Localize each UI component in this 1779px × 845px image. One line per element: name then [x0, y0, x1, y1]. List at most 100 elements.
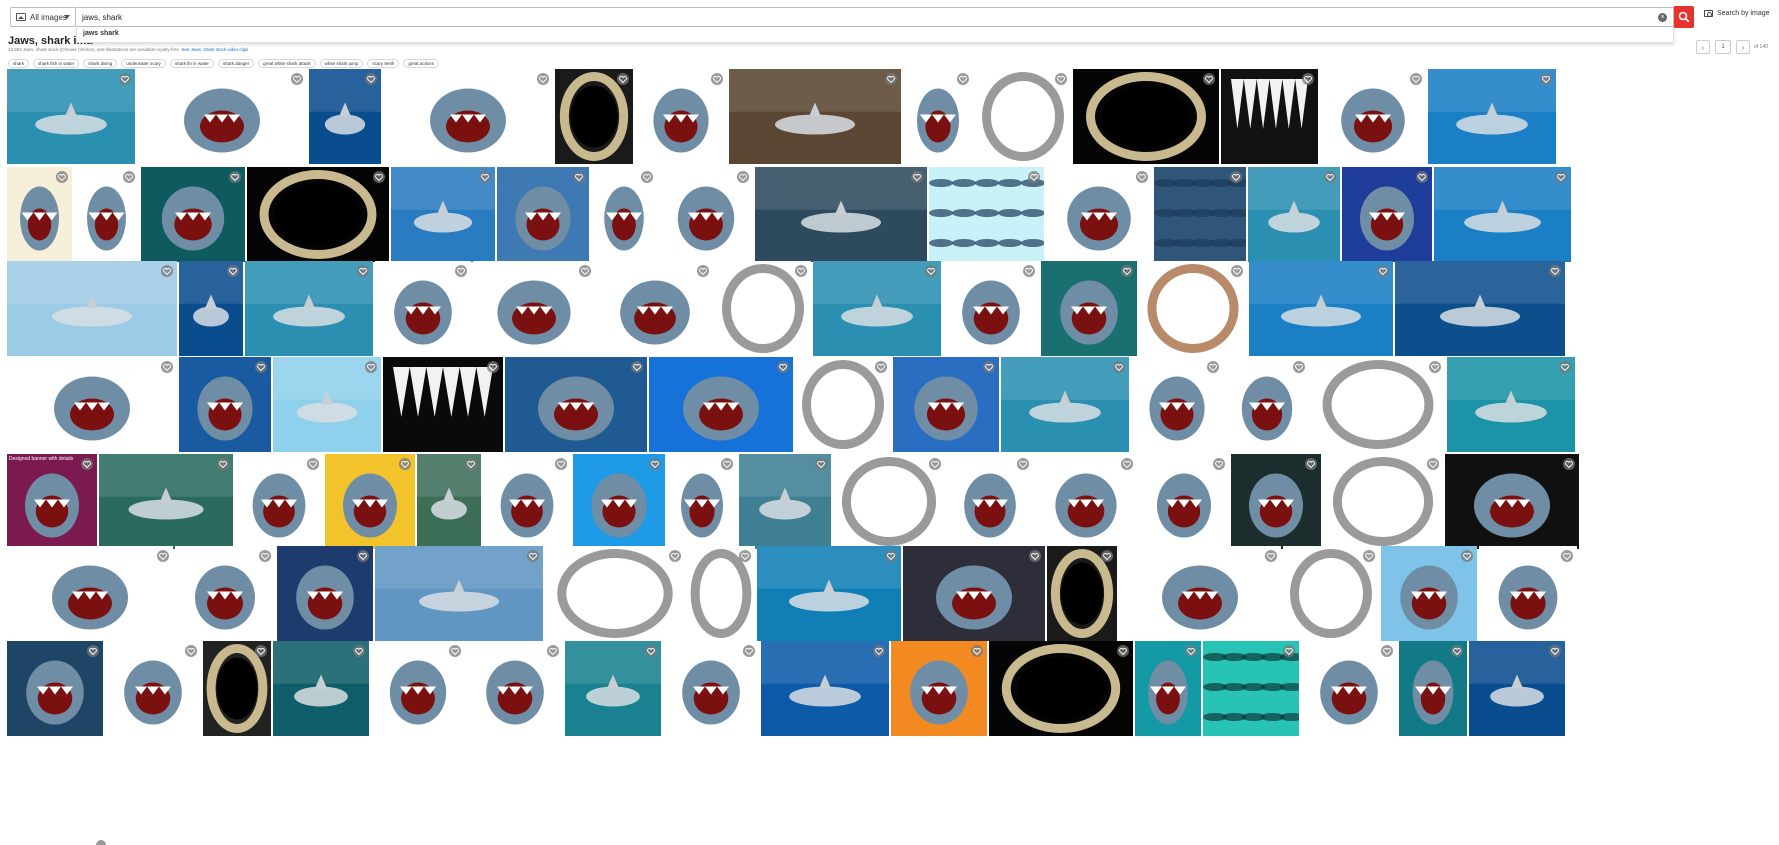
heart-icon[interactable] [353, 645, 365, 657]
heart-icon[interactable] [1559, 361, 1571, 373]
heart-icon[interactable] [1377, 265, 1389, 277]
image-result-tile[interactable] [1041, 261, 1137, 356]
image-result-tile[interactable] [573, 454, 665, 549]
image-result-tile[interactable] [179, 357, 271, 452]
heart-icon[interactable] [1121, 458, 1133, 470]
heart-icon[interactable] [573, 171, 585, 183]
heart-icon[interactable] [1305, 458, 1317, 470]
image-result-tile[interactable] [591, 167, 657, 262]
image-result-tile[interactable] [891, 641, 987, 736]
search-button[interactable] [1674, 6, 1694, 28]
heart-icon[interactable] [1381, 645, 1393, 657]
heart-icon[interactable] [537, 73, 549, 85]
heart-icon[interactable] [971, 645, 983, 657]
image-result-tile[interactable] [1119, 546, 1281, 641]
heart-icon[interactable] [925, 265, 937, 277]
image-result-tile[interactable] [1395, 261, 1565, 356]
heart-icon[interactable] [259, 550, 271, 562]
heart-icon[interactable] [711, 73, 723, 85]
heart-icon[interactable] [777, 361, 789, 373]
image-result-tile[interactable] [1139, 261, 1247, 356]
related-search-chip[interactable]: great actions [403, 59, 440, 68]
image-result-tile[interactable] [975, 69, 1071, 164]
heart-icon[interactable] [373, 171, 385, 183]
image-result-tile[interactable] [947, 454, 1033, 549]
image-result-tile[interactable] [729, 69, 901, 164]
heart-icon[interactable] [1055, 73, 1067, 85]
heart-icon[interactable] [255, 645, 267, 657]
heart-icon[interactable] [1549, 645, 1561, 657]
heart-icon[interactable] [399, 458, 411, 470]
image-result-tile[interactable] [1323, 454, 1443, 549]
heart-icon[interactable] [721, 458, 733, 470]
heart-icon[interactable] [56, 171, 68, 183]
image-result-tile[interactable] [1231, 454, 1321, 549]
heart-icon[interactable] [1363, 550, 1375, 562]
image-result-tile[interactable]: Designed banner with details [7, 454, 97, 549]
image-result-tile[interactable] [473, 261, 595, 356]
heart-icon[interactable] [81, 458, 93, 470]
image-result-tile[interactable] [795, 357, 891, 452]
image-result-tile[interactable] [137, 69, 307, 164]
heart-icon[interactable] [1283, 645, 1295, 657]
heart-icon[interactable] [547, 645, 559, 657]
image-result-tile[interactable] [277, 546, 373, 641]
image-result-tile[interactable] [1135, 641, 1201, 736]
related-search-chip[interactable]: shark danger [217, 59, 255, 68]
image-result-tile[interactable] [417, 454, 481, 549]
image-result-tile[interactable] [1428, 69, 1556, 164]
image-result-tile[interactable] [391, 167, 495, 262]
related-search-chip[interactable]: white shark jump [319, 59, 364, 68]
heart-icon[interactable] [1113, 361, 1125, 373]
image-result-tile[interactable] [1434, 167, 1571, 262]
image-result-tile[interactable] [667, 454, 737, 549]
image-result-tile[interactable] [833, 454, 945, 549]
heart-icon[interactable] [487, 361, 499, 373]
image-result-tile[interactable] [1225, 357, 1309, 452]
page-number-input[interactable]: 1 [1715, 40, 1731, 54]
heart-icon[interactable] [185, 645, 197, 657]
heart-icon[interactable] [229, 171, 241, 183]
image-result-tile[interactable] [325, 454, 415, 549]
heart-icon[interactable] [357, 550, 369, 562]
heart-icon[interactable] [1265, 550, 1277, 562]
image-result-tile[interactable] [105, 641, 201, 736]
image-result-tile[interactable] [1447, 357, 1575, 452]
heart-icon[interactable] [1028, 171, 1040, 183]
image-result-tile[interactable] [7, 357, 177, 452]
image-result-tile[interactable] [755, 167, 927, 262]
heart-icon[interactable] [1231, 265, 1243, 277]
heart-icon[interactable] [123, 171, 135, 183]
image-result-tile[interactable] [813, 261, 941, 356]
image-result-tile[interactable] [1046, 167, 1152, 262]
image-result-tile[interactable] [545, 546, 685, 641]
image-result-tile[interactable] [175, 546, 275, 641]
image-result-tile[interactable] [555, 69, 633, 164]
heart-icon[interactable] [631, 361, 643, 373]
heart-icon[interactable] [161, 265, 173, 277]
image-result-tile[interactable] [7, 641, 103, 736]
image-result-tile[interactable] [1283, 546, 1379, 641]
heart-icon[interactable] [929, 458, 941, 470]
image-result-tile[interactable] [1320, 69, 1426, 164]
heart-icon[interactable] [455, 265, 467, 277]
image-result-tile[interactable] [739, 454, 831, 549]
related-search-chip[interactable]: underwater scary [121, 59, 166, 68]
heart-icon[interactable] [1185, 645, 1197, 657]
image-result-tile[interactable] [1249, 261, 1393, 356]
image-result-tile[interactable] [1131, 357, 1223, 452]
heart-icon[interactable] [885, 73, 897, 85]
image-result-tile[interactable] [483, 454, 571, 549]
heart-icon[interactable] [1101, 550, 1113, 562]
heart-icon[interactable] [649, 458, 661, 470]
related-search-chip[interactable]: shark fish in water [33, 59, 80, 68]
image-result-tile[interactable] [1001, 357, 1129, 452]
image-result-tile[interactable] [1221, 69, 1318, 164]
image-result-tile[interactable] [309, 69, 381, 164]
image-result-tile[interactable] [273, 357, 381, 452]
heart-icon[interactable] [579, 265, 591, 277]
image-result-tile[interactable] [375, 546, 543, 641]
heart-icon[interactable] [1461, 550, 1473, 562]
image-result-tile[interactable] [141, 167, 245, 262]
heart-icon[interactable] [739, 550, 751, 562]
